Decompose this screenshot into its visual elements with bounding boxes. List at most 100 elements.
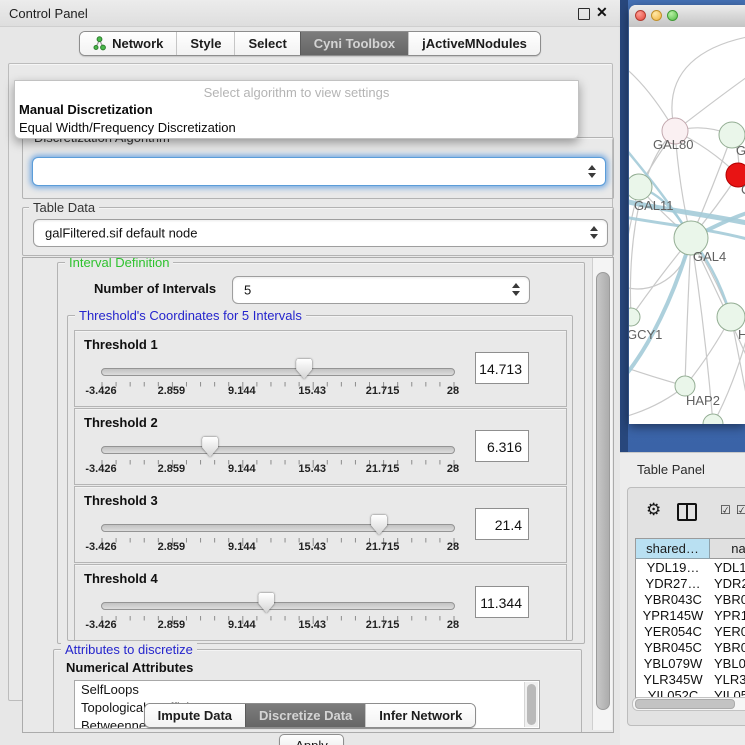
slider-ticks: [101, 378, 455, 396]
tab-discretize-data[interactable]: Discretize Data: [245, 704, 365, 727]
column-header-shared[interactable]: shared…: [636, 539, 710, 559]
apply-button[interactable]: Apply: [279, 734, 344, 745]
checkbox-icon[interactable]: ☑: [720, 504, 731, 516]
table-horizontal-scrollbar[interactable]: [632, 697, 745, 711]
cell-shared-name: YDR27…: [636, 576, 710, 592]
close-icon[interactable]: ✕: [596, 4, 608, 21]
table-row[interactable]: YPR145WYPR145W: [636, 608, 745, 624]
table-row[interactable]: YBL079WYBL079W: [636, 656, 745, 672]
threshold-label: Threshold 1: [84, 337, 158, 352]
slider-track[interactable]: [101, 524, 455, 532]
threshold-value-field[interactable]: 14.713: [475, 352, 529, 384]
close-traffic-light-icon[interactable]: [635, 10, 646, 21]
thresholds-group-label: Threshold's Coordinates for 5 Intervals: [75, 308, 306, 323]
tick-label: 9.144: [228, 463, 256, 475]
table-panel-title: Table Panel: [637, 462, 705, 477]
network-window: GAL80GACGAL11GAL4GCY1HHAP2: [629, 5, 745, 424]
cell-shared-name: YDL19…: [636, 560, 710, 576]
attributes-group-label: Attributes to discretize: [61, 642, 197, 657]
cell-name: YBR043C: [714, 592, 745, 608]
cell-name: YBR045C: [714, 640, 745, 656]
threshold-label: Threshold 4: [84, 571, 158, 586]
network-node[interactable]: [703, 414, 723, 424]
algorithm-combobox[interactable]: [32, 157, 606, 186]
threshold-row-1: Threshold 1-3.4262.8599.14415.4321.71528…: [74, 330, 567, 407]
split-columns-icon[interactable]: [677, 503, 697, 521]
tick-label: 2.859: [158, 385, 186, 397]
cell-shared-name: YBR043C: [636, 592, 710, 608]
cell-shared-name: YPR145W: [636, 608, 710, 624]
tab-infer-network[interactable]: Infer Network: [365, 704, 475, 727]
tab-label: jActiveMNodules: [422, 36, 527, 51]
table-row[interactable]: YBR043CYBR043C: [636, 592, 745, 608]
threshold-value-field[interactable]: 6.316: [475, 430, 529, 462]
tab-jactivemnodules[interactable]: jActiveMNodules: [408, 32, 540, 55]
threshold-row-3: Threshold 3-3.4262.8599.14415.4321.71528…: [74, 486, 567, 563]
table-panel: Table Panel ⚙ ☑ ☑ shared…name YDL19…YDL1…: [620, 452, 745, 745]
combo-arrows-icon: [588, 165, 597, 179]
slider-handle[interactable]: [258, 593, 274, 613]
slider-track[interactable]: [101, 602, 455, 610]
slider-handle[interactable]: [296, 359, 312, 379]
table-row[interactable]: YDR27…YDR27…: [636, 576, 745, 592]
slider-handle[interactable]: [371, 515, 387, 535]
threshold-label: Threshold 3: [84, 493, 158, 508]
zoom-traffic-light-icon[interactable]: [667, 10, 678, 21]
network-canvas[interactable]: GAL80GACGAL11GAL4GCY1HHAP2: [629, 27, 745, 424]
screenshot-root: Control Panel ✕ NetworkStyleSelectCyni T…: [0, 0, 745, 745]
tick-label: 21.715: [366, 619, 400, 631]
cell-name: YDR27…: [714, 576, 745, 592]
settings-scrollbar-thumb[interactable]: [596, 272, 610, 710]
tick-label: 9.144: [228, 619, 256, 631]
minimize-traffic-light-icon[interactable]: [651, 10, 662, 21]
tab-style[interactable]: Style: [176, 32, 234, 55]
tick-label: 21.715: [366, 463, 400, 475]
threshold-value-field[interactable]: 11.344: [475, 586, 529, 618]
table-row[interactable]: YLR345WYLR345W: [636, 672, 745, 688]
tick-label: 28: [447, 541, 459, 553]
tab-cyni-toolbox[interactable]: Cyni Toolbox: [300, 32, 408, 55]
slider-track[interactable]: [101, 368, 455, 376]
network-node-label: H: [738, 327, 745, 342]
cell-name: YBL079W: [714, 656, 745, 672]
threshold-value-field[interactable]: 21.4: [475, 508, 529, 540]
tab-label: Cyni Toolbox: [314, 36, 395, 51]
desktop-background: GAL80GACGAL11GAL4GCY1HHAP2: [620, 0, 745, 452]
table-row[interactable]: YBR045CYBR045C: [636, 640, 745, 656]
tab-select[interactable]: Select: [234, 32, 299, 55]
slider-track[interactable]: [101, 446, 455, 454]
algorithm-option-manual-discretization[interactable]: Manual Discretization: [19, 102, 153, 117]
interval-definition-label: Interval Definition: [65, 257, 173, 270]
table-scrollbar-thumb[interactable]: [635, 699, 735, 709]
slider-ticks: [101, 612, 455, 630]
tick-label: 21.715: [366, 385, 400, 397]
network-node-gal11[interactable]: [629, 174, 652, 200]
network-node-label: HAP2: [686, 393, 720, 408]
network-node-gcy1[interactable]: [629, 308, 640, 326]
node-attribute-table[interactable]: shared…name YDL19…YDL19…YDR27…YDR27…YBR0…: [635, 538, 745, 698]
gear-icon[interactable]: ⚙: [646, 501, 661, 518]
algorithm-option-equal-width-frequency-discretization[interactable]: Equal Width/Frequency Discretization: [19, 120, 236, 135]
tab-network[interactable]: Network: [80, 32, 176, 55]
float-window-icon[interactable]: [578, 8, 590, 20]
cyni-mode-tabbar: Impute DataDiscretize DataInfer Network: [0, 703, 620, 728]
network-node-label: GA: [736, 143, 745, 158]
column-header-name[interactable]: name: [710, 539, 745, 559]
table-row[interactable]: YER054CYER054C: [636, 624, 745, 640]
network-window-titlebar[interactable]: [629, 5, 745, 28]
number-of-intervals-combobox[interactable]: 5: [232, 276, 530, 304]
table-data-combobox[interactable]: galFiltered.sif default node: [33, 219, 608, 247]
tick-label: 28: [447, 463, 459, 475]
attribute-list-item[interactable]: SelfLoops: [75, 681, 539, 699]
table-row[interactable]: YDL19…YDL19…: [636, 560, 745, 576]
cell-name: YDL19…: [714, 560, 745, 576]
network-tab-icon: [93, 36, 106, 51]
tab-label: Network: [112, 36, 163, 51]
table-data-group: galFiltered.sif default node: [22, 207, 614, 256]
tab-impute-data[interactable]: Impute Data: [145, 704, 245, 727]
checkbox-icon[interactable]: ☑: [736, 504, 745, 516]
network-node-label: GCY1: [629, 327, 662, 342]
settings-scrollbar[interactable]: [592, 258, 612, 730]
network-node-label: C: [741, 182, 745, 197]
slider-handle[interactable]: [202, 437, 218, 457]
